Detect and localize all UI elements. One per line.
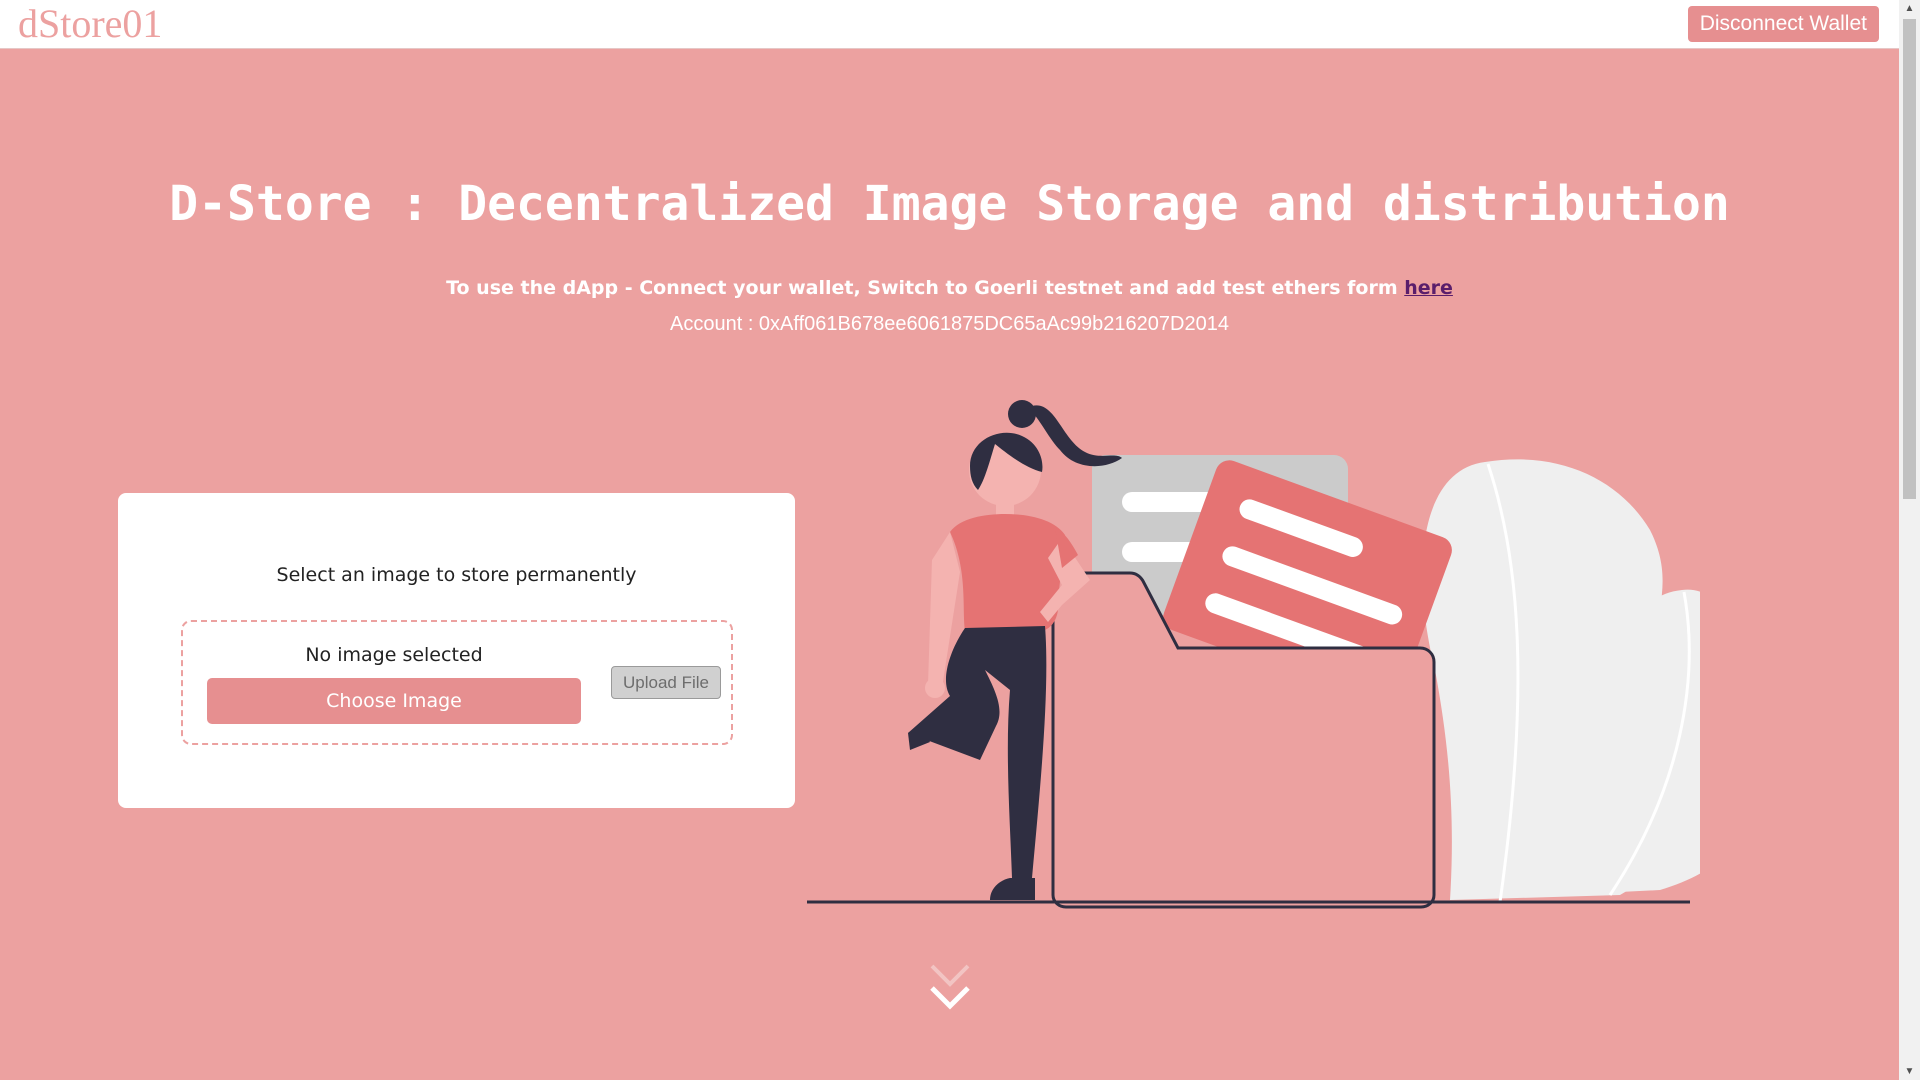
scroll-down-icon[interactable]: ▼ [1899, 1063, 1920, 1080]
page-title: D-Store : Decentralized Image Storage an… [169, 176, 1730, 232]
woman-with-folder-illustration [807, 400, 1700, 909]
account-address: Account : 0xAff061B678ee6061875DC65aAc99… [670, 313, 1229, 335]
image-dropzone[interactable]: No image selected Choose Image Upload Fi… [181, 620, 733, 745]
page: dStore01 Disconnect Wallet D-Store : Dec… [0, 0, 1920, 1080]
instruction-label: To use the dApp - Connect your wallet, S… [446, 277, 1398, 299]
file-status-text: No image selected [305, 644, 483, 666]
scroll-thumb[interactable] [1903, 19, 1916, 499]
instruction-text: To use the dApp - Connect your wallet, S… [0, 277, 1899, 299]
chevron-double-down-icon[interactable] [926, 962, 974, 1020]
brand-logo[interactable]: dStore01 [18, 0, 162, 48]
vertical-scrollbar[interactable]: ▲ ▼ [1899, 0, 1920, 1080]
scroll-up-icon[interactable]: ▲ [1899, 0, 1920, 17]
upload-file-button[interactable]: Upload File [611, 666, 721, 699]
upload-card: Select an image to store permanently No … [118, 493, 795, 808]
disconnect-wallet-button[interactable]: Disconnect Wallet [1687, 6, 1879, 42]
upload-heading: Select an image to store permanently [276, 564, 637, 586]
choose-image-button[interactable]: Choose Image [207, 678, 581, 724]
faucet-link[interactable]: here [1404, 277, 1453, 299]
navbar: dStore01 Disconnect Wallet [0, 0, 1899, 49]
